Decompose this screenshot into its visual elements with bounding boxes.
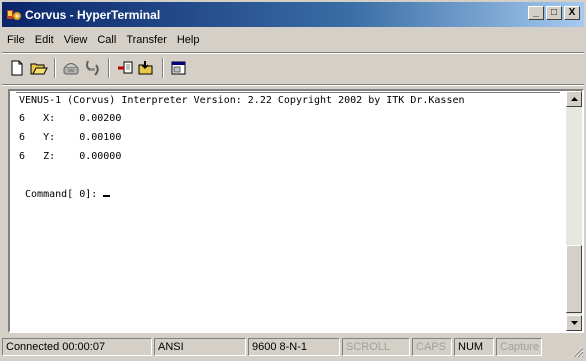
maximize-button[interactable]: □ xyxy=(546,6,562,20)
new-connection-button[interactable] xyxy=(6,57,28,79)
terminal-line-x: 6 X: 0.00200 xyxy=(19,113,122,124)
scrollbar-thumb[interactable] xyxy=(566,245,582,313)
menu-call[interactable]: Call xyxy=(92,34,121,46)
receive-file-icon xyxy=(138,61,153,75)
call-icon xyxy=(63,63,79,75)
toolbar-separator xyxy=(162,58,164,78)
terminal-top-border xyxy=(16,92,560,93)
menu-transfer[interactable]: Transfer xyxy=(121,34,172,46)
status-capture: Capture xyxy=(496,338,542,356)
open-button[interactable] xyxy=(28,57,50,79)
menu-edit[interactable]: Edit xyxy=(30,34,59,46)
resize-grip-icon[interactable] xyxy=(572,346,584,358)
disconnect-icon xyxy=(86,60,99,76)
menu-view[interactable]: View xyxy=(59,34,93,46)
send-button[interactable] xyxy=(114,57,136,79)
terminal-line-z: 6 Z: 0.00000 xyxy=(19,151,122,162)
toolbar-separator xyxy=(108,58,110,78)
disconnect-button[interactable] xyxy=(82,57,104,79)
toolbar-separator xyxy=(54,58,56,78)
status-num: NUM xyxy=(454,338,494,356)
arrow-up-icon xyxy=(570,97,578,101)
toolbar xyxy=(6,55,190,81)
title-bar[interactable]: Corvus - HyperTerminal _ □ X xyxy=(2,2,584,27)
text-cursor xyxy=(103,195,111,197)
window-title: Corvus - HyperTerminal xyxy=(25,7,161,22)
status-caps: CAPS xyxy=(412,338,452,356)
menu-file[interactable]: File xyxy=(2,34,30,46)
arrow-down-icon xyxy=(570,321,578,325)
call-button[interactable] xyxy=(60,57,82,79)
scroll-up-button[interactable] xyxy=(566,91,582,107)
menu-bar: File Edit View Call Transfer Help xyxy=(2,30,204,50)
menu-help[interactable]: Help xyxy=(172,34,205,46)
terminal-frame: VENUS-1 (Corvus) Interpreter Version: 2.… xyxy=(8,89,584,333)
toolbar-divider xyxy=(2,84,584,86)
open-folder-icon xyxy=(30,63,48,75)
close-button[interactable]: X xyxy=(564,6,580,20)
terminal-line-banner: VENUS-1 (Corvus) Interpreter Version: 2.… xyxy=(19,95,465,106)
minimize-icon: _ xyxy=(533,7,539,18)
receive-button[interactable] xyxy=(136,57,158,79)
command-prompt-text: Command[ 0]: xyxy=(19,189,98,200)
status-bar: Connected 00:00:07 ANSI 9600 8-N-1 SCROL… xyxy=(2,338,584,358)
terminal-screen[interactable]: VENUS-1 (Corvus) Interpreter Version: 2.… xyxy=(10,91,566,331)
maximize-icon: □ xyxy=(550,7,558,18)
send-file-icon xyxy=(118,61,133,74)
properties-button[interactable] xyxy=(168,57,190,79)
menu-divider xyxy=(2,52,584,54)
status-emulation: ANSI xyxy=(154,338,246,356)
status-connected: Connected 00:00:07 xyxy=(2,338,152,356)
status-scroll: SCROLL xyxy=(342,338,410,356)
new-document-icon xyxy=(11,60,23,76)
hyperterminal-app-icon[interactable] xyxy=(6,7,22,23)
terminal-line-y: 6 Y: 0.00100 xyxy=(19,132,122,143)
close-icon: X xyxy=(568,7,576,18)
terminal-command-prompt: Command[ 0]: xyxy=(19,189,111,200)
status-settings: 9600 8-N-1 xyxy=(248,338,340,356)
properties-icon xyxy=(171,61,186,75)
hyperterminal-window: Corvus - HyperTerminal _ □ X File Edit V… xyxy=(0,0,586,361)
minimize-button[interactable]: _ xyxy=(528,6,544,20)
scroll-down-button[interactable] xyxy=(566,315,582,331)
vertical-scrollbar[interactable] xyxy=(566,91,582,331)
